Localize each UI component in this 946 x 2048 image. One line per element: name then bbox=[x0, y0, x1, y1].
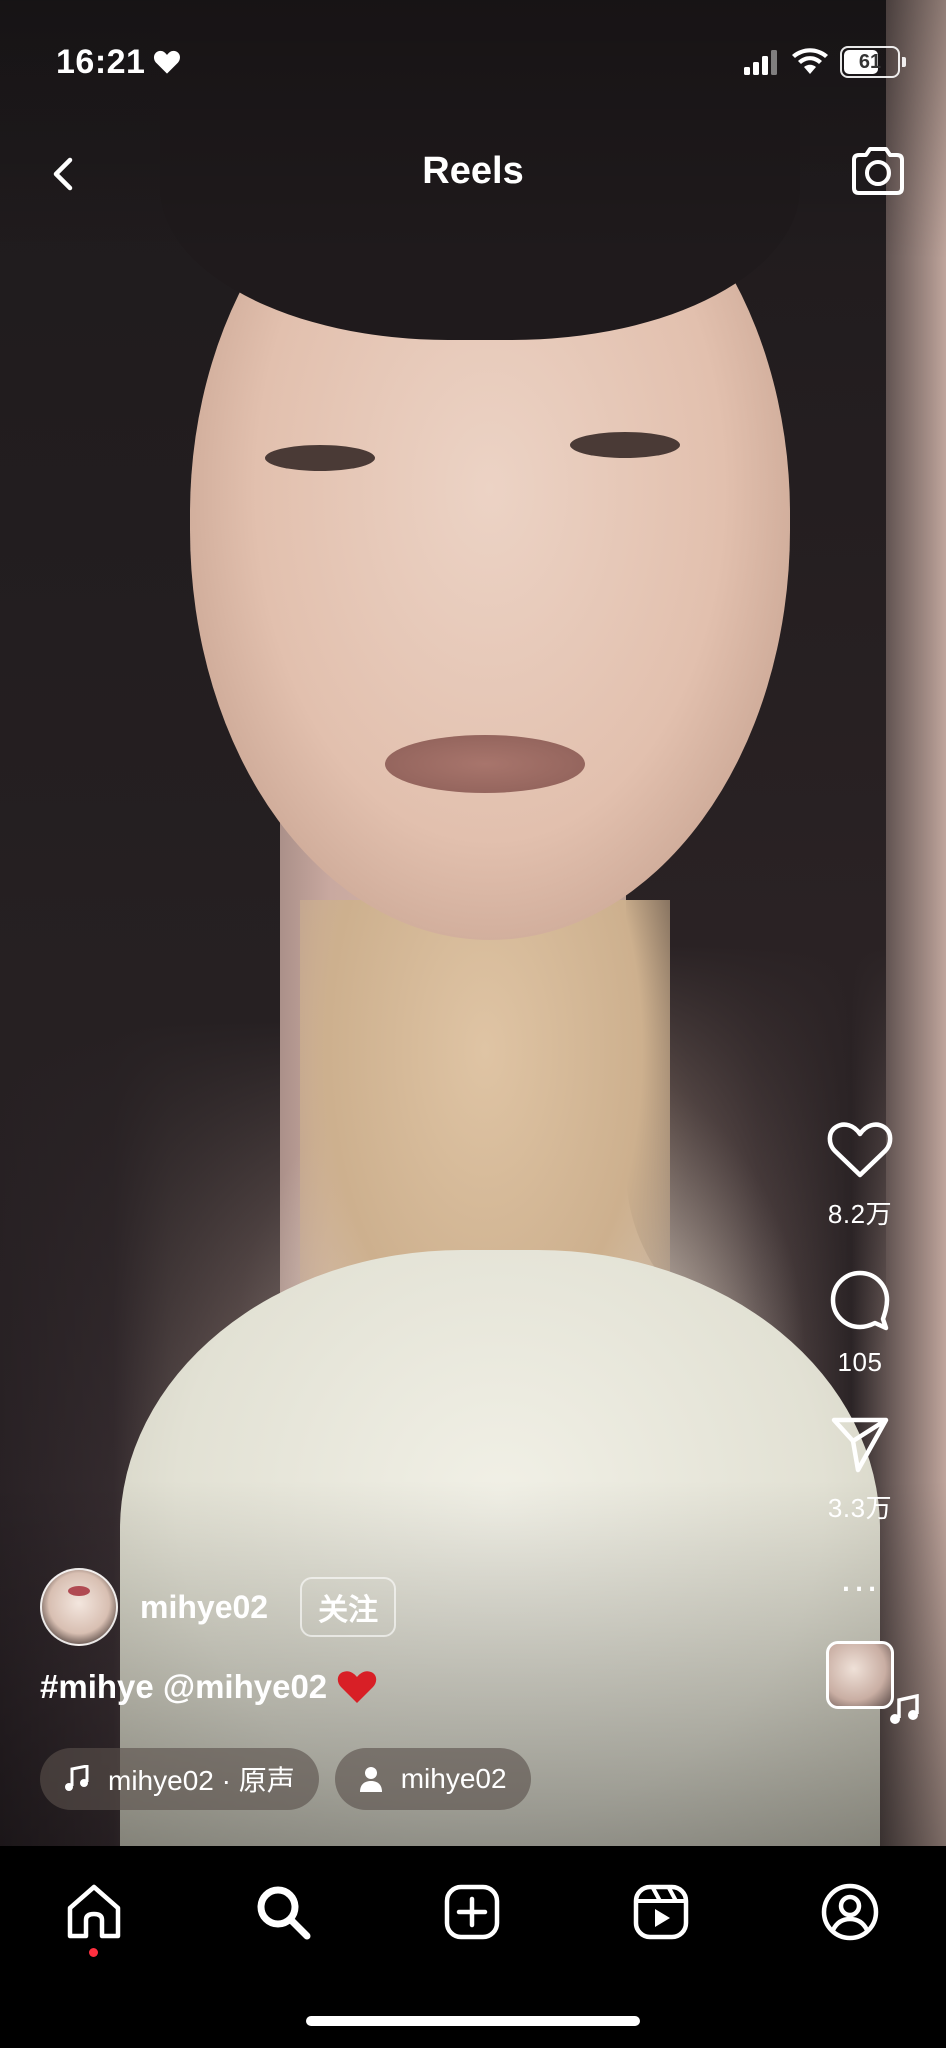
audio-chip[interactable]: mihye02 · 原声 bbox=[40, 1748, 319, 1810]
profile-icon[interactable] bbox=[820, 1882, 880, 1942]
audio-thumbnail[interactable] bbox=[826, 1641, 919, 1724]
wifi-icon bbox=[792, 48, 828, 74]
notification-dot bbox=[89, 1948, 98, 1957]
like-button[interactable]: 8.2万 bbox=[827, 1120, 893, 1231]
audio-label: mihye02 · 原声 bbox=[108, 1765, 295, 1796]
signal-icon bbox=[744, 50, 777, 75]
tab-search[interactable] bbox=[247, 1876, 319, 1948]
music-note-icon bbox=[65, 1765, 89, 1791]
tab-reels[interactable] bbox=[625, 1876, 697, 1948]
like-count: 8.2万 bbox=[827, 1199, 893, 1229]
home-indicator bbox=[306, 2016, 640, 2026]
comment-icon[interactable] bbox=[827, 1267, 893, 1333]
reels-header: Reels bbox=[0, 140, 946, 210]
tagged-user-label: mihye02 bbox=[400, 1763, 507, 1794]
camera-icon[interactable] bbox=[846, 140, 910, 204]
tab-create[interactable] bbox=[436, 1876, 508, 1948]
comment-button[interactable]: 105 bbox=[827, 1267, 893, 1378]
caption-text: #mihye @mihye02 bbox=[40, 1668, 328, 1705]
author-username[interactable]: mihye02 bbox=[140, 1589, 268, 1626]
music-note-icon bbox=[890, 1694, 919, 1724]
person-icon bbox=[359, 1767, 382, 1792]
more-options-icon[interactable]: ... bbox=[840, 1558, 879, 1598]
reel-actions: 8.2万 105 3.3万 ... bbox=[800, 1120, 920, 1724]
author-row: mihye02 关注 bbox=[40, 1568, 397, 1646]
create-icon[interactable] bbox=[442, 1882, 502, 1942]
share-count: 3.3万 bbox=[827, 1493, 893, 1523]
comment-count: 105 bbox=[837, 1347, 883, 1377]
post-chips: mihye02 · 原声 mihye02 bbox=[40, 1748, 531, 1810]
tagged-user-chip[interactable]: mihye02 bbox=[334, 1748, 531, 1810]
page-title: Reels bbox=[422, 150, 524, 192]
status-bar: 16:21 61 bbox=[56, 36, 906, 88]
tab-home[interactable] bbox=[58, 1876, 130, 1948]
post-caption[interactable]: #mihye @mihye02 bbox=[40, 1668, 377, 1706]
video-content bbox=[385, 735, 585, 793]
follow-button[interactable]: 关注 bbox=[300, 1577, 397, 1637]
heart-icon[interactable] bbox=[827, 1120, 893, 1180]
battery-level: 61 bbox=[858, 50, 882, 73]
send-icon[interactable] bbox=[828, 1414, 892, 1474]
reels-icon[interactable] bbox=[631, 1882, 691, 1942]
share-button[interactable]: 3.3万 bbox=[828, 1414, 892, 1525]
red-heart-icon bbox=[337, 1671, 377, 1703]
heart-status-icon bbox=[154, 50, 181, 74]
battery-icon: 61 bbox=[840, 46, 900, 78]
avatar[interactable] bbox=[40, 1568, 118, 1646]
status-time: 16:21 bbox=[56, 42, 146, 81]
tab-profile[interactable] bbox=[814, 1876, 886, 1948]
home-icon[interactable] bbox=[64, 1882, 124, 1942]
video-content bbox=[570, 432, 680, 458]
video-content bbox=[265, 445, 375, 471]
search-icon[interactable] bbox=[253, 1882, 313, 1942]
